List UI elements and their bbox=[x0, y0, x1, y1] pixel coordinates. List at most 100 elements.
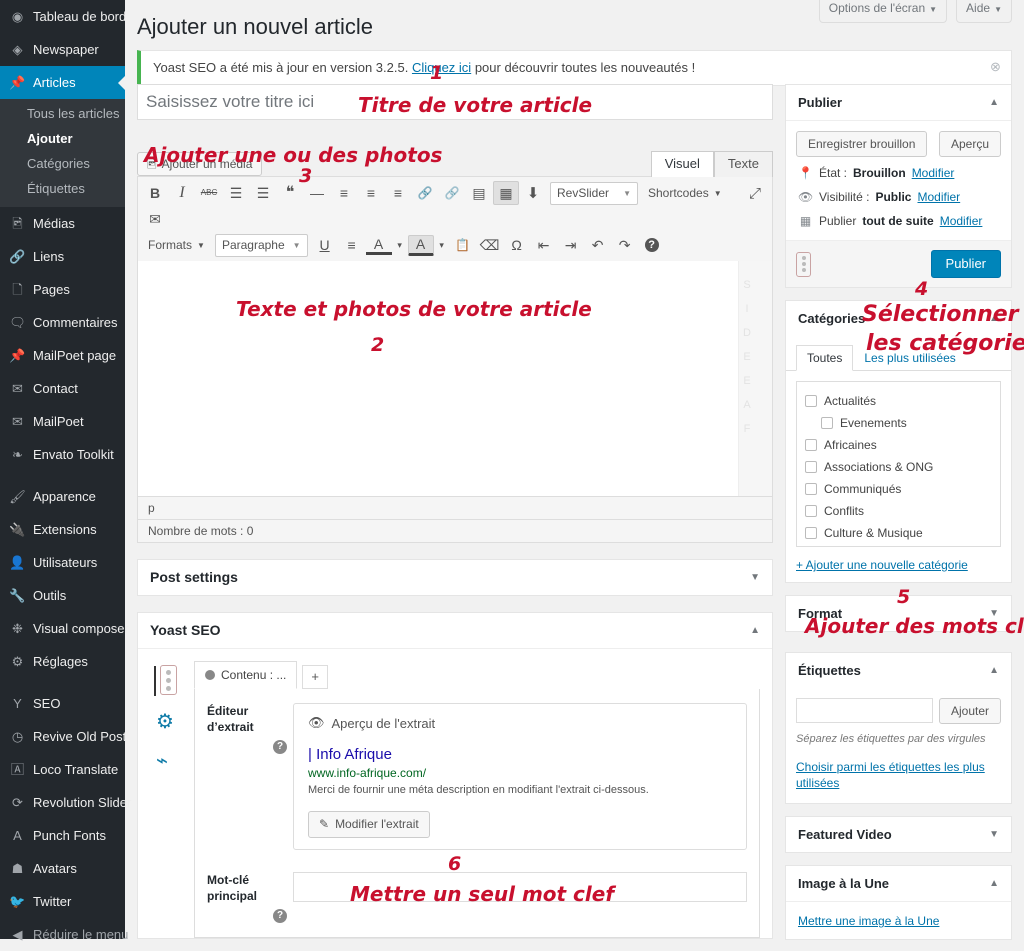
email-icon[interactable]: ✉ bbox=[142, 207, 168, 231]
distraction-free-icon[interactable]: ⬇ bbox=[520, 181, 546, 205]
category-item[interactable]: Evenements bbox=[805, 412, 992, 434]
category-item[interactable]: Divers bbox=[805, 544, 992, 547]
chevron-up-icon[interactable]: ▲ bbox=[989, 97, 999, 108]
paste-as-text-icon[interactable]: 📋 bbox=[450, 233, 476, 257]
align-right-icon[interactable]: ≡ bbox=[385, 181, 411, 205]
sidebar-item-commentaires[interactable]: 🗨 Commentaires bbox=[0, 306, 125, 339]
toolbar-toggle-icon[interactable]: ▦ bbox=[493, 181, 519, 205]
unlink-icon[interactable]: 🔗 bbox=[439, 181, 465, 205]
set-featured-image-link[interactable]: Mettre une image à la Une bbox=[798, 914, 939, 928]
revslider-select[interactable]: RevSlider ▼ bbox=[550, 182, 638, 205]
fullscreen-icon[interactable]: ⤢ bbox=[742, 181, 768, 205]
bold-icon[interactable]: B bbox=[142, 181, 168, 205]
align-left-icon[interactable]: ≡ bbox=[331, 181, 357, 205]
category-item[interactable]: Culture & Musique bbox=[805, 522, 992, 544]
category-item[interactable]: Actualités bbox=[805, 390, 992, 412]
sidebar-item-revolution-slider[interactable]: ⟳ Revolution Slider bbox=[0, 786, 125, 819]
sidebar-item-utilisateurs[interactable]: 👤 Utilisateurs bbox=[0, 546, 125, 579]
sidebar-collapse-menu[interactable]: ◀ Réduire le menu bbox=[0, 918, 125, 951]
sidebar-item-punch-fonts[interactable]: A Punch Fonts bbox=[0, 819, 125, 852]
sidebar-item-revive-old-post[interactable]: ◷ Revive Old Post bbox=[0, 720, 125, 753]
sidebar-item-apparence[interactable]: 🖌 Apparence bbox=[0, 480, 125, 513]
chevron-down-icon[interactable]: ▼ bbox=[750, 572, 760, 583]
edit-status-link[interactable]: Modifier bbox=[912, 165, 955, 181]
tab-toutes[interactable]: Toutes bbox=[796, 345, 853, 371]
highlight-color-icon[interactable]: A bbox=[408, 235, 434, 256]
gear-icon[interactable]: ⚙ bbox=[156, 709, 194, 734]
category-item[interactable]: Communiqués bbox=[805, 478, 992, 500]
sidebar-item-medias[interactable]: 🖻 Médias bbox=[0, 207, 125, 240]
italic-icon[interactable]: I bbox=[169, 181, 195, 205]
align-center-icon[interactable]: ≡ bbox=[358, 181, 384, 205]
sidebar-item-mailpoet[interactable]: ✉ MailPoet bbox=[0, 405, 125, 438]
help-button[interactable]: Aide▼ bbox=[956, 0, 1012, 23]
sidebar-item-mailpoet-page[interactable]: 📌 MailPoet page bbox=[0, 339, 125, 372]
highlight-caret-icon[interactable]: ▾ bbox=[435, 233, 449, 257]
checkbox[interactable] bbox=[805, 461, 817, 473]
close-icon[interactable]: ⊗ bbox=[988, 59, 1003, 74]
help-icon[interactable]: ? bbox=[273, 909, 287, 923]
underline-icon[interactable]: U bbox=[312, 233, 338, 257]
insert-link-icon[interactable]: 🔗 bbox=[412, 181, 438, 205]
sidebar-item-pages[interactable]: 🗋 Pages bbox=[0, 273, 125, 306]
post-settings-header[interactable]: Post settings ▼ bbox=[138, 560, 772, 595]
add-tag-button[interactable]: Ajouter bbox=[939, 698, 1001, 724]
choose-popular-tags-link[interactable]: Choisir parmi les étiquettes les plus ut… bbox=[796, 760, 985, 790]
submenu-item-etiquettes[interactable]: Étiquettes bbox=[0, 176, 125, 201]
checkbox[interactable] bbox=[805, 483, 817, 495]
clear-formatting-icon[interactable]: ⌫ bbox=[477, 233, 503, 257]
sidebar-item-outils[interactable]: 🔧 Outils bbox=[0, 579, 125, 612]
submenu-item-categories[interactable]: Catégories bbox=[0, 151, 125, 176]
publish-button[interactable]: Publier bbox=[931, 250, 1001, 278]
increase-indent-icon[interactable]: ⇥ bbox=[558, 233, 584, 257]
drag-handle[interactable] bbox=[796, 252, 811, 277]
category-item[interactable]: Africaines bbox=[805, 434, 992, 456]
screen-options-button[interactable]: Options de l'écran▼ bbox=[819, 0, 947, 23]
keyboard-shortcuts-icon[interactable]: ? bbox=[645, 238, 659, 252]
decrease-indent-icon[interactable]: ⇤ bbox=[531, 233, 557, 257]
tab-visuel[interactable]: Visuel bbox=[651, 151, 714, 177]
numbered-list-icon[interactable]: ☰ bbox=[250, 181, 276, 205]
sidebar-item-avatars[interactable]: ☗ Avatars bbox=[0, 852, 125, 885]
submenu-item-tous-les-articles[interactable]: Tous les articles bbox=[0, 101, 125, 126]
checkbox[interactable] bbox=[805, 505, 817, 517]
help-icon[interactable]: ? bbox=[273, 740, 287, 754]
add-tab-button[interactable]: + bbox=[302, 665, 328, 689]
drag-handle[interactable] bbox=[160, 665, 177, 695]
bullet-list-icon[interactable]: ☰ bbox=[223, 181, 249, 205]
sidebar-item-loco-translate[interactable]: 🄰 Loco Translate bbox=[0, 753, 125, 786]
save-draft-button[interactable]: Enregistrer brouillon bbox=[796, 131, 927, 157]
chevron-up-icon[interactable]: ▲ bbox=[989, 665, 999, 676]
sidebar-item-twitter[interactable]: 🐦 Twitter bbox=[0, 885, 125, 918]
tab-texte[interactable]: Texte bbox=[714, 151, 773, 177]
edit-snippet-button[interactable]: ✎ Modifier l'extrait bbox=[308, 811, 430, 838]
category-item[interactable]: Conflits bbox=[805, 500, 992, 522]
yoast-header[interactable]: Yoast SEO ▲ bbox=[138, 613, 772, 649]
featured-image-header[interactable]: Image à la Une ▲ bbox=[786, 866, 1011, 902]
sidebar-item-seo[interactable]: Y SEO bbox=[0, 687, 125, 720]
sidebar-item-articles[interactable]: 📌 Articles bbox=[0, 66, 125, 99]
tab-contenu[interactable]: Contenu : ... bbox=[194, 661, 297, 689]
checkbox[interactable] bbox=[805, 395, 817, 407]
read-more-icon[interactable]: ▤ bbox=[466, 181, 492, 205]
paragraph-select[interactable]: Paragraphe ▼ bbox=[215, 234, 308, 257]
sidebar-item-liens[interactable]: 🔗 Liens bbox=[0, 240, 125, 273]
shortcodes-select[interactable]: Shortcodes ▼ bbox=[642, 182, 728, 205]
tags-box-header[interactable]: Étiquettes ▲ bbox=[786, 653, 1011, 688]
featured-video-header[interactable]: Featured Video ▼ bbox=[786, 817, 1011, 852]
sidebar-item-reglages[interactable]: ⚙ Réglages bbox=[0, 645, 125, 678]
sidebar-item-newspaper[interactable]: ◈ Newspaper bbox=[0, 33, 125, 66]
justify-icon[interactable]: ≡ bbox=[339, 233, 365, 257]
checkbox[interactable] bbox=[805, 439, 817, 451]
text-color-icon[interactable]: A bbox=[366, 236, 392, 255]
sidebar-item-visual-composer[interactable]: ❉ Visual composer bbox=[0, 612, 125, 645]
sidebar-item-tableau-de-bord[interactable]: ◉ Tableau de bord bbox=[0, 0, 125, 33]
preview-button[interactable]: Aperçu bbox=[939, 131, 1001, 157]
tag-input[interactable] bbox=[796, 698, 933, 723]
checkbox[interactable] bbox=[805, 527, 817, 539]
special-character-icon[interactable]: Ω bbox=[504, 233, 530, 257]
chevron-up-icon[interactable]: ▲ bbox=[750, 625, 760, 636]
strikethrough-icon[interactable]: ABC bbox=[196, 181, 222, 205]
checkbox[interactable] bbox=[821, 417, 833, 429]
sidebar-item-contact[interactable]: ✉ Contact bbox=[0, 372, 125, 405]
